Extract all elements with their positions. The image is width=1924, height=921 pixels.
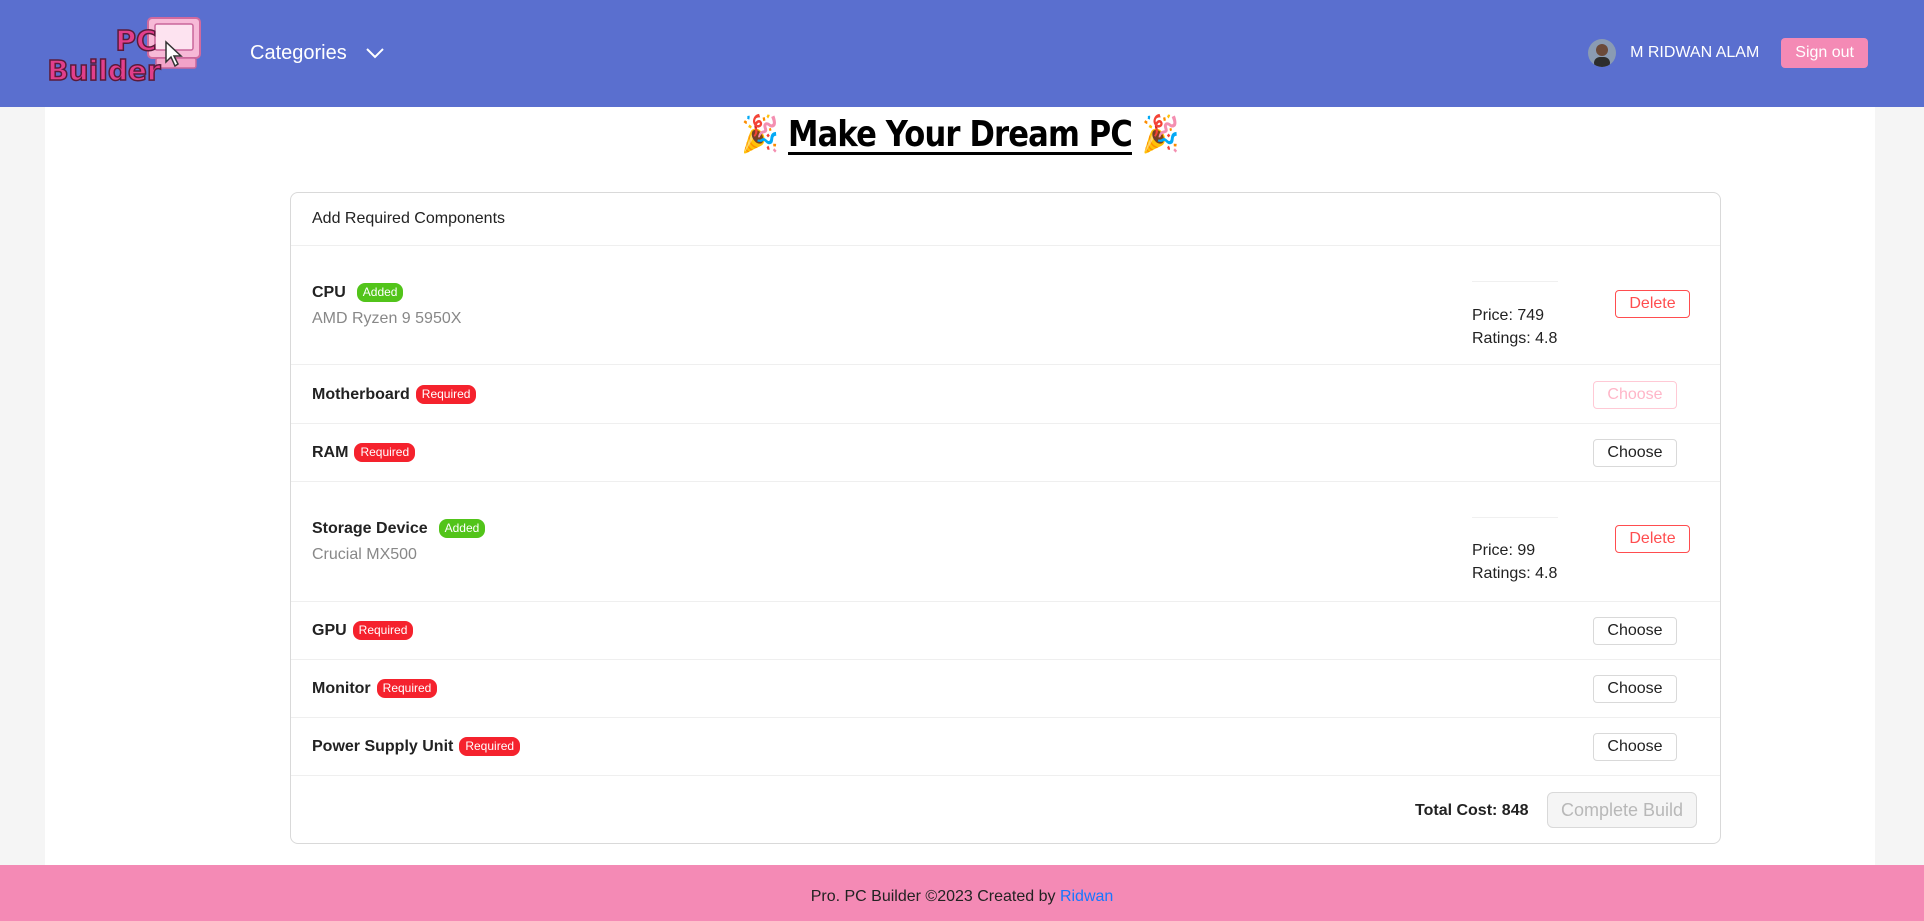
component-name: CPU Added (312, 283, 404, 302)
components-card: Add Required Components CPU Added AMD Ry… (290, 192, 1721, 844)
page-title: 🎉 Make Your Dream PC 🎉 (182, 113, 1738, 155)
component-product: Crucial MX500 (312, 546, 417, 563)
component-product: AMD Ryzen 9 5950X (312, 310, 462, 327)
party-popper-icon: 🎉 (740, 114, 779, 155)
component-name: RAM Required (312, 443, 416, 462)
component-price: Price: 99 (1472, 542, 1536, 559)
choose-button[interactable]: Choose (1593, 439, 1677, 467)
component-name: Power Supply Unit Required (312, 737, 521, 756)
delete-button[interactable]: Delete (1615, 290, 1690, 318)
divider (1472, 517, 1558, 518)
chevron-down-icon (366, 48, 384, 59)
component-name: GPU Required (312, 621, 414, 640)
component-price: Price: 749 (1472, 307, 1545, 324)
status-badge: Required (354, 443, 416, 462)
main-content: 🎉 Make Your Dream PC 🎉 Add Required Comp… (45, 107, 1875, 865)
page-title-text: Make Your Dream PC (788, 114, 1133, 155)
choose-button[interactable]: Choose (1593, 733, 1677, 761)
component-row-motherboard: Motherboard Required Choose (291, 365, 1720, 424)
page-footer: Pro. PC Builder ©2023 Created by Ridwan (0, 865, 1924, 921)
top-navbar: PC Builder Categories M RIDWAN ALAM Sign… (0, 0, 1924, 107)
pc-builder-logo[interactable]: PC Builder (48, 14, 220, 86)
status-badge: Required (352, 621, 414, 640)
status-badge: Required (415, 385, 477, 404)
categories-dropdown[interactable]: Categories (250, 36, 385, 70)
user-avatar-icon (1588, 39, 1617, 67)
complete-build-button[interactable]: Complete Build (1547, 792, 1697, 828)
price-block: Price: 749 Ratings: 4.8 (1472, 304, 1557, 350)
categories-label: Categories (250, 41, 347, 64)
component-row-psu: Power Supply Unit Required Choose (291, 718, 1720, 776)
component-ratings: Ratings: 4.8 (1472, 330, 1558, 347)
footer-text: Pro. PC Builder ©2023 Created by (810, 888, 1060, 905)
status-badge: Added (356, 283, 404, 302)
status-badge: Required (376, 679, 438, 698)
divider (1472, 281, 1558, 282)
component-row-cpu: CPU Added AMD Ryzen 9 5950X Price: 749 R… (291, 246, 1720, 365)
user-name: M RIDWAN ALAM (1630, 44, 1760, 61)
user-area: M RIDWAN ALAM Sign out (1588, 36, 1868, 70)
delete-button[interactable]: Delete (1615, 525, 1690, 553)
status-badge: Required (459, 737, 521, 756)
svg-text:PC: PC (115, 24, 156, 57)
component-row-storage: Storage Device Added Crucial MX500 Price… (291, 482, 1720, 602)
logo-icon: PC Builder (48, 17, 201, 86)
choose-button[interactable]: Choose (1593, 675, 1677, 703)
component-row-monitor: Monitor Required Choose (291, 660, 1720, 718)
party-popper-icon: 🎉 (1141, 114, 1180, 155)
card-footer: Total Cost: 848 Complete Build (291, 778, 1720, 844)
status-badge: Added (438, 519, 486, 538)
choose-button[interactable]: Choose (1593, 617, 1677, 645)
total-cost: Total Cost: 848 (1415, 802, 1529, 819)
component-name: Motherboard Required (312, 385, 477, 404)
component-row-ram: RAM Required Choose (291, 424, 1720, 482)
avatar[interactable] (1588, 39, 1617, 67)
component-name: Monitor Required (312, 679, 438, 698)
author-link[interactable]: Ridwan (1060, 888, 1113, 905)
component-ratings: Ratings: 4.8 (1472, 565, 1558, 582)
price-block: Price: 99 Ratings: 4.8 (1472, 539, 1557, 585)
sign-out-button[interactable]: Sign out (1781, 38, 1868, 68)
card-header: Add Required Components (291, 193, 1720, 246)
svg-text:Builder: Builder (48, 54, 161, 86)
component-name: Storage Device Added (312, 519, 486, 538)
component-row-gpu: GPU Required Choose (291, 602, 1720, 660)
choose-button[interactable]: Choose (1593, 381, 1677, 409)
